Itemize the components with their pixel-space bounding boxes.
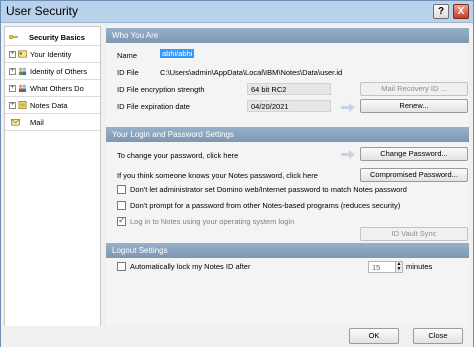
people-icon — [18, 84, 27, 93]
change-password-text: To change your password, click here — [117, 151, 239, 160]
auto-lock-label: Automatically lock my Notes ID after — [130, 262, 251, 271]
sidebar-item-your-identity[interactable]: + Your Identity — [5, 46, 100, 63]
sidebar-item-label: What Others Do — [30, 84, 84, 93]
encryption-value: 64 bit RC2 — [247, 83, 331, 95]
sidebar-item-what-others-do[interactable]: + What Others Do — [5, 80, 100, 97]
sidebar: Security Basics + Your Identity + Identi… — [4, 26, 101, 344]
arrow-right-icon — [341, 103, 355, 112]
name-label: Name — [117, 51, 138, 60]
encryption-label: ID File encryption strength — [117, 85, 205, 94]
sidebar-item-mail[interactable]: Mail — [5, 114, 100, 131]
sidebar-item-security-basics[interactable]: Security Basics — [5, 29, 100, 46]
minutes-stepper[interactable]: ▲ ▼ — [395, 261, 403, 273]
help-button[interactable]: ? — [433, 4, 449, 19]
domino-password-checkbox[interactable] — [117, 185, 126, 194]
section-header-who-you-are: Who You Are — [106, 28, 469, 43]
minutes-input[interactable]: 15 — [368, 261, 396, 273]
expand-icon[interactable]: + — [9, 85, 16, 92]
sidebar-item-label: Mail — [30, 118, 44, 127]
sidebar-item-label: Security Basics — [29, 33, 85, 42]
expand-icon[interactable]: + — [9, 68, 16, 75]
change-password-button[interactable]: Change Password... — [360, 147, 468, 161]
id-file-label: ID File — [117, 68, 139, 77]
mail-recovery-id-button[interactable]: Mail Recovery ID ... — [360, 82, 468, 96]
auto-lock-checkbox[interactable] — [117, 262, 126, 271]
expiration-label: ID File expiration date — [117, 102, 190, 111]
title-bar: User Security ? X — [1, 1, 473, 23]
expand-icon[interactable]: + — [9, 51, 16, 58]
ok-button[interactable]: OK — [349, 328, 399, 344]
id-vault-sync-button[interactable]: ID Vault Sync — [360, 227, 468, 241]
os-login-checkbox[interactable] — [117, 215, 126, 226]
id-card-icon — [18, 50, 27, 58]
domino-password-label: Don't let administrator set Domino web/I… — [130, 185, 407, 194]
prompt-password-label: Don't prompt for a password from other N… — [130, 201, 401, 210]
main-panel: Who You Are Name abhi/abhi ID File C:\Us… — [106, 26, 469, 326]
user-security-dialog: User Security ? X Security Basics + Your… — [0, 0, 474, 347]
notes-icon — [18, 101, 27, 109]
key-icon — [9, 34, 18, 40]
dialog-footer: OK Close — [1, 326, 473, 347]
expiration-value: 04/20/2021 — [247, 100, 331, 112]
os-login-label: Log in to Notes using your operating sys… — [130, 217, 295, 226]
close-button[interactable]: Close — [413, 328, 463, 344]
sidebar-item-identity-of-others[interactable]: + Identity of Others — [5, 63, 100, 80]
sidebar-item-label: Your Identity — [30, 50, 72, 59]
section-header-login-password: Your Login and Password Settings — [106, 127, 469, 142]
sidebar-item-label: Identity of Others — [30, 67, 88, 76]
minutes-label: minutes — [406, 262, 433, 271]
close-window-button[interactable]: X — [453, 4, 469, 19]
expand-icon[interactable]: + — [9, 102, 16, 109]
name-value: abhi/abhi — [160, 49, 195, 58]
mail-icon — [11, 118, 20, 126]
prompt-password-checkbox[interactable] — [117, 201, 126, 210]
compromised-password-button[interactable]: Compromised Password... — [360, 168, 468, 182]
people-icon — [18, 67, 27, 76]
section-header-logout: Logout Settings — [106, 243, 469, 258]
id-file-path: C:\Users\admin\AppData\Local\IBM\Notes\D… — [160, 68, 343, 77]
window-title: User Security — [6, 4, 79, 18]
compromised-text: If you think someone knows your Notes pa… — [117, 171, 318, 180]
sidebar-item-label: Notes Data — [30, 101, 68, 110]
sidebar-item-notes-data[interactable]: + Notes Data — [5, 97, 100, 114]
arrow-right-icon — [341, 150, 355, 159]
renew-button[interactable]: Renew... — [360, 99, 468, 113]
